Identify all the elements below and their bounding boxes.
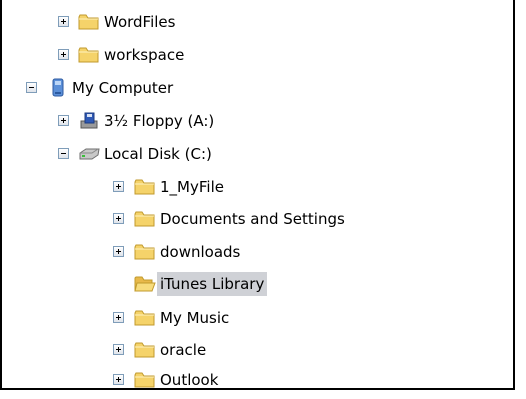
collapse-icon[interactable] — [26, 82, 37, 93]
folder-icon — [134, 308, 156, 328]
tree-item-label: Outlook — [160, 371, 219, 389]
tree-item-label: Local Disk (C:) — [104, 145, 212, 163]
folder-icon — [134, 209, 156, 229]
tree-item-downloads[interactable]: downloads — [2, 240, 342, 266]
tree-item-label: My Music — [160, 309, 230, 327]
expand-icon[interactable] — [58, 49, 69, 60]
tree-item-workspace[interactable]: workspace — [2, 43, 302, 69]
expand-icon[interactable] — [113, 344, 124, 355]
folder-icon — [78, 45, 100, 65]
tree-item-my-music[interactable]: My Music — [2, 306, 342, 332]
tree-item-label: iTunes Library — [157, 272, 268, 296]
computer-icon — [47, 78, 69, 98]
tree-item-wordfiles[interactable]: WordFiles — [2, 10, 302, 36]
tree-item-label: 1_MyFile — [160, 178, 224, 196]
hard-disk-icon — [78, 144, 100, 164]
tree-item-label: 3½ Floppy (A:) — [104, 112, 215, 130]
expand-icon[interactable] — [113, 374, 124, 385]
folder-open-icon — [134, 274, 156, 294]
tree-item-label: workspace — [104, 46, 185, 64]
folder-icon — [134, 340, 156, 360]
tree-item-label: oracle — [160, 341, 207, 359]
folder-icon — [134, 177, 156, 197]
expand-icon[interactable] — [113, 246, 124, 257]
folder-tree-panel: WordFiles workspace My Computer 3½ Flopp… — [0, 0, 515, 390]
tree-item-local-disk[interactable]: Local Disk (C:) — [2, 142, 302, 168]
folder-icon — [78, 12, 100, 32]
tree-item-documents-and-settings[interactable]: Documents and Settings — [2, 207, 402, 233]
tree-item-1-myfile[interactable]: 1_MyFile — [2, 175, 342, 201]
expand-icon[interactable] — [58, 16, 69, 27]
tree-item-label: downloads — [160, 243, 241, 261]
tree-item-oracle[interactable]: oracle — [2, 338, 342, 364]
tree-item-outlook[interactable]: Outlook — [2, 368, 342, 394]
folder-icon — [134, 370, 156, 390]
tree-item-label: My Computer — [72, 79, 174, 97]
collapse-icon[interactable] — [58, 148, 69, 159]
tree-item-itunes-library[interactable]: iTunes Library — [2, 272, 342, 298]
tree-item-label: Documents and Settings — [160, 210, 345, 228]
expand-icon[interactable] — [58, 115, 69, 126]
tree-item-label: WordFiles — [104, 13, 176, 31]
tree-item-floppy[interactable]: 3½ Floppy (A:) — [2, 109, 302, 135]
expand-icon[interactable] — [113, 312, 124, 323]
tree-item-my-computer[interactable]: My Computer — [2, 76, 302, 102]
expand-icon[interactable] — [113, 213, 124, 224]
expand-icon[interactable] — [113, 181, 124, 192]
floppy-drive-icon — [78, 111, 100, 131]
folder-icon — [134, 242, 156, 262]
